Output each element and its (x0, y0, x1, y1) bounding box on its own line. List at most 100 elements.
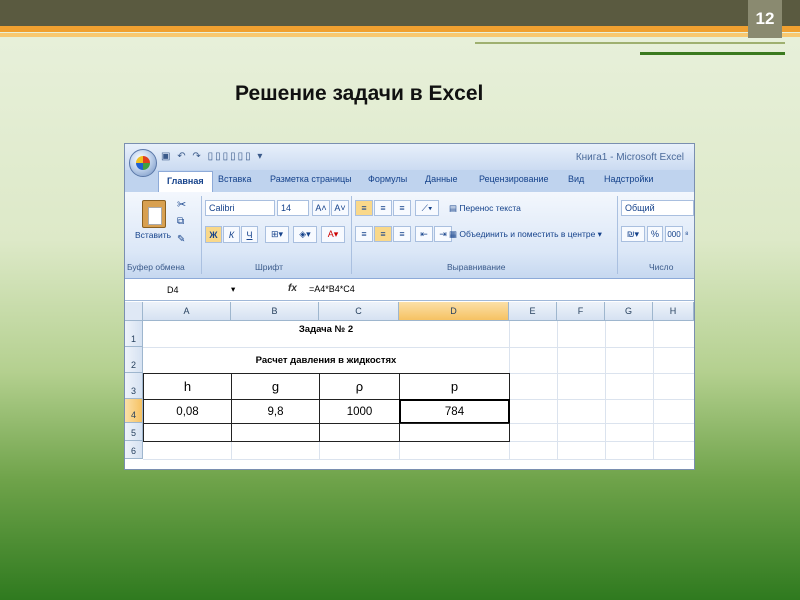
insert-function-icon[interactable]: fx (288, 283, 297, 294)
decimal-icon[interactable]: ⁸ (685, 229, 689, 239)
column-header-d[interactable]: D (399, 302, 509, 321)
slide-top-band (0, 0, 800, 26)
row-header-5[interactable]: 5 (125, 423, 143, 441)
gridline (557, 321, 558, 459)
column-header-e[interactable]: E (509, 302, 557, 321)
ribbon-tabs: Главная Вставка Разметка страницы Формул… (125, 170, 694, 192)
font-name-select[interactable]: Calibri (205, 200, 275, 216)
qat-dropdown-icon[interactable]: ▾ (257, 151, 264, 162)
slide-page-number: 12 (748, 0, 782, 38)
paste-button-label[interactable]: Вставить (135, 230, 171, 240)
name-box[interactable]: D4 (127, 282, 237, 297)
cell-a1-merged[interactable]: Задача № 2 (143, 321, 509, 347)
thousands-button[interactable]: 000 (665, 226, 683, 242)
column-header-g[interactable]: G (605, 302, 653, 321)
underline-button[interactable]: Ч (241, 226, 258, 243)
cell-a2-merged[interactable]: Расчет давления в жидкостях (143, 347, 509, 373)
excel-title-bar: ▣ ↶ ↷ ▯▯▯▯▯▯ ▾ Книга1 - Microsoft Excel (125, 144, 694, 177)
percent-button[interactable]: % (647, 226, 663, 242)
excel-window: ▣ ↶ ↷ ▯▯▯▯▯▯ ▾ Книга1 - Microsoft Excel … (124, 143, 695, 470)
column-header-c[interactable]: C (319, 302, 399, 321)
font-name-value: Calibri (209, 203, 235, 213)
cell-a3[interactable]: h (143, 373, 232, 400)
shrink-font-button[interactable]: A˅ (331, 200, 349, 216)
cell-a5[interactable] (143, 423, 232, 442)
group-separator (201, 196, 202, 274)
paste-icon[interactable] (142, 200, 166, 228)
italic-button[interactable]: К (223, 226, 240, 243)
font-size-select[interactable]: 14 (277, 200, 309, 216)
formula-bar: D4 ▾ fx =A4*B4*C4 (125, 280, 694, 301)
cell-c4[interactable]: 1000 (319, 399, 400, 424)
cell-b3[interactable]: g (231, 373, 320, 400)
save-icon[interactable]: ▣ (161, 151, 172, 162)
tab-data[interactable]: Данные (425, 174, 458, 184)
align-middle-icon[interactable]: ≡ (374, 200, 392, 216)
align-right-icon[interactable]: ≡ (393, 226, 411, 242)
font-size-value: 14 (281, 203, 292, 213)
merge-center-label: Объединить и поместить в центре (459, 229, 596, 239)
office-button[interactable] (129, 149, 157, 177)
group-label-number: Число (649, 262, 674, 272)
column-header-b[interactable]: B (231, 302, 319, 321)
column-header-h[interactable]: H (653, 302, 694, 321)
cell-d4-active[interactable]: 784 (399, 399, 510, 424)
cell-c5[interactable] (319, 423, 400, 442)
cell-b5[interactable] (231, 423, 320, 442)
currency-icon[interactable]: ₪▾ (621, 226, 645, 242)
formula-input[interactable]: =A4*B4*C4 (309, 284, 355, 294)
decrease-indent-icon[interactable]: ⇤ (415, 226, 433, 242)
gridline (653, 321, 654, 459)
tab-addins[interactable]: Надстройки (604, 174, 653, 184)
row-header-6[interactable]: 6 (125, 441, 143, 459)
font-color-icon[interactable]: A▾ (321, 226, 345, 243)
row-header-1[interactable]: 1 (125, 321, 143, 347)
grow-font-button[interactable]: A˄ (312, 200, 330, 216)
row-header-2[interactable]: 2 (125, 347, 143, 373)
toolbar-icons[interactable]: ▯▯▯▯▯▯ (208, 151, 253, 162)
orientation-icon[interactable]: ⟋▾ (415, 200, 439, 216)
tab-page-layout[interactable]: Разметка страницы (270, 174, 352, 184)
group-label-clipboard: Буфер обмена (127, 262, 185, 272)
name-box-dropdown-icon[interactable]: ▾ (231, 284, 235, 295)
bold-button[interactable]: Ж (205, 226, 222, 243)
group-separator (351, 196, 352, 274)
row-header-4[interactable]: 4 (125, 399, 143, 423)
cell-c3[interactable]: ρ (319, 373, 400, 400)
row-header-3[interactable]: 3 (125, 373, 143, 399)
tab-home[interactable]: Главная (158, 171, 213, 192)
tab-formulas[interactable]: Формулы (368, 174, 407, 184)
cell-a4[interactable]: 0,08 (143, 399, 232, 424)
align-left-icon[interactable]: ≡ (355, 226, 373, 242)
column-header-a[interactable]: A (143, 302, 231, 321)
quick-access-toolbar[interactable]: ▣ ↶ ↷ ▯▯▯▯▯▯ ▾ (161, 151, 264, 162)
column-header-f[interactable]: F (557, 302, 605, 321)
number-format-value: Общий (625, 203, 655, 213)
align-center-icon[interactable]: ≡ (374, 226, 392, 242)
slide-orange-band-light (0, 33, 800, 37)
cell-d5[interactable] (399, 423, 510, 442)
fill-color-icon[interactable]: ◈▾ (293, 226, 317, 243)
undo-icon[interactable]: ↶ (177, 151, 187, 162)
merge-center-button[interactable]: ▦ Объединить и поместить в центре ▾ (449, 229, 602, 240)
align-top-icon[interactable]: ≡ (355, 200, 373, 216)
office-logo-icon (136, 156, 150, 170)
cut-icon[interactable]: ✂ (177, 198, 186, 211)
format-painter-icon[interactable]: ✎ (177, 234, 185, 245)
group-label-font: Шрифт (255, 262, 283, 272)
align-bottom-icon[interactable]: ≡ (393, 200, 411, 216)
slide-orange-band (0, 26, 800, 32)
cell-b4[interactable]: 9,8 (231, 399, 320, 424)
borders-icon[interactable]: ⊞▾ (265, 226, 289, 243)
redo-icon[interactable]: ↷ (192, 151, 202, 162)
number-format-select[interactable]: Общий (621, 200, 694, 216)
group-separator (617, 196, 618, 274)
copy-icon[interactable]: ⧉ (177, 216, 184, 227)
tab-review[interactable]: Рецензирование (479, 174, 549, 184)
tab-view[interactable]: Вид (568, 174, 584, 184)
wrap-text-label: Перенос текста (459, 203, 521, 213)
select-all-corner[interactable] (125, 302, 143, 321)
cell-d3[interactable]: p (399, 373, 510, 400)
wrap-text-button[interactable]: ▤ Перенос текста (449, 203, 521, 214)
tab-insert[interactable]: Вставка (218, 174, 251, 184)
